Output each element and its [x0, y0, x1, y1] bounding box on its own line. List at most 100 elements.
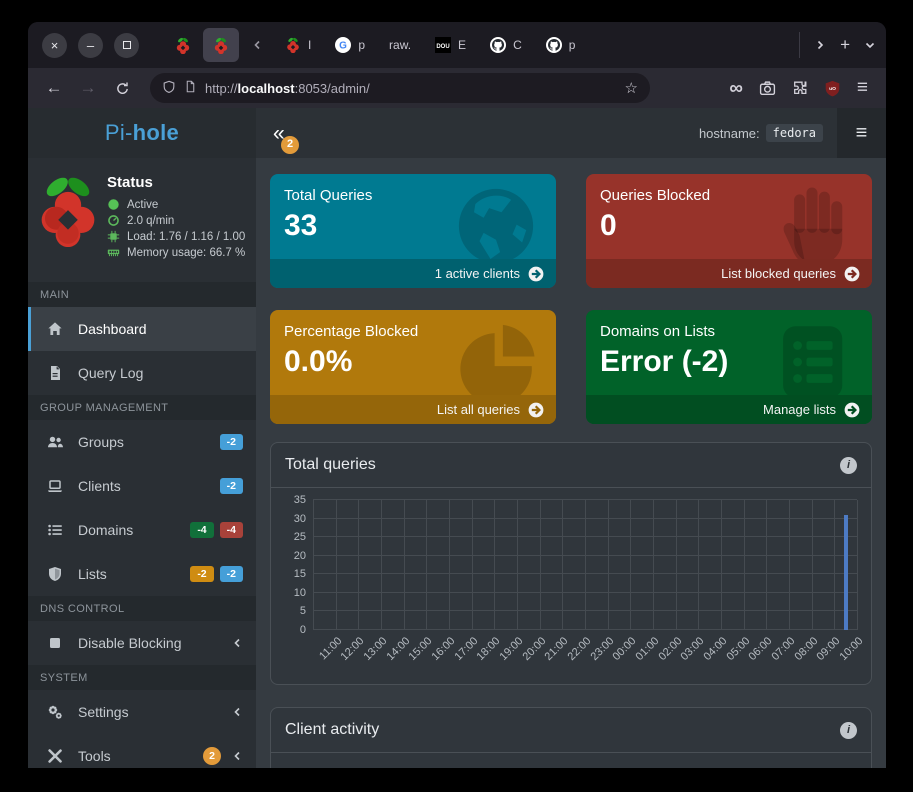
info-icon[interactable]: i: [840, 457, 857, 474]
chevron-left-icon: [231, 637, 243, 649]
browser-tab[interactable]: DOUE: [425, 28, 476, 62]
screenshot-camera-icon[interactable]: [759, 80, 776, 97]
home-icon: [31, 321, 78, 337]
tab-title: raw.: [389, 38, 411, 52]
browser-tab-active[interactable]: [203, 28, 239, 62]
status-lines: Active2.0 q/minLoad: 1.76 / 1.16 / 1.00M…: [107, 198, 245, 259]
browser-toolbar: ← → http://localhost:8053/admin/ ☆ ∞ uO …: [28, 68, 886, 108]
x-tick-label: 02:00: [656, 635, 684, 663]
summary-cards: Total Queries331 active clientsQueries B…: [270, 174, 872, 424]
bookmark-star-icon[interactable]: ☆: [625, 79, 638, 97]
card-queries-blocked: Queries Blocked0List blocked queries: [586, 174, 872, 288]
close-window-button[interactable]: ×: [42, 33, 67, 58]
card-value: 0: [586, 204, 872, 243]
url-suffix: :8053/admin/: [295, 81, 370, 96]
query-bar[interactable]: [844, 515, 848, 630]
pihole-favicon: [213, 37, 229, 53]
browser-menu-icon[interactable]: ≡: [857, 77, 868, 99]
sidebar-item-dashboard[interactable]: Dashboard: [28, 307, 256, 351]
x-tick-label: 07:00: [770, 635, 798, 663]
browser-tab[interactable]: p: [536, 28, 586, 62]
gridline: [472, 500, 473, 630]
containers-icon[interactable]: ∞: [729, 79, 743, 98]
card-footer-label: 1 active clients: [435, 266, 520, 281]
browser-tab-pinned[interactable]: [167, 28, 199, 62]
arrow-circle-right-icon: [844, 266, 860, 282]
gridline: [517, 500, 518, 630]
list-tabs-icon[interactable]: [864, 39, 876, 51]
sidebar-collapse-button[interactable]: « 2: [273, 123, 299, 144]
gridline: [676, 500, 677, 630]
sidebar-item-query-log[interactable]: Query Log: [28, 351, 256, 395]
x-tick-label: 14:00: [384, 635, 412, 663]
x-tick-label: 12:00: [339, 635, 367, 663]
browser-tab[interactable]: I: [275, 28, 321, 62]
new-tab-button[interactable]: +: [840, 35, 850, 55]
card-footer-link[interactable]: List blocked queries: [586, 259, 872, 288]
hostname-display: hostname: fedora: [699, 124, 837, 142]
sidebar-item-groups[interactable]: Groups-2: [28, 420, 256, 464]
card-domains-on-lists: Domains on ListsError (-2)Manage lists: [586, 310, 872, 424]
card-title: Total Queries: [270, 174, 556, 204]
scroll-tabs-left-icon[interactable]: [251, 39, 263, 51]
sidebar-item-settings[interactable]: Settings: [28, 690, 256, 734]
sidebar: Status Active2.0 q/minLoad: 1.76 / 1.16 …: [28, 158, 256, 768]
desktop-background: × – IGpraw.DOUECp + ← → htt: [0, 0, 913, 792]
card-footer-link[interactable]: Manage lists: [586, 395, 872, 424]
card-footer-label: List blocked queries: [721, 266, 836, 281]
pihole-logo-text[interactable]: Pi-hole: [28, 108, 256, 158]
info-icon[interactable]: i: [840, 722, 857, 739]
sidebar-item-lists[interactable]: Lists-2-2: [28, 552, 256, 596]
gridline: [426, 500, 427, 630]
browser-tab[interactable]: Gp: [325, 28, 375, 62]
sidebar-item-domains[interactable]: Domains-4-4: [28, 508, 256, 552]
y-tick-label: 20: [294, 550, 306, 562]
badges: -2: [220, 478, 243, 495]
sidebar-item-label: Query Log: [78, 365, 143, 381]
github-favicon: [546, 37, 562, 53]
count-badge: 2: [203, 747, 221, 765]
card-footer-link[interactable]: List all queries: [270, 395, 556, 424]
x-tick-label: 15:00: [407, 635, 435, 663]
plot-area[interactable]: [313, 500, 857, 630]
x-axis: 11:0012:0013:0014:0015:0016:0017:0018:00…: [313, 630, 857, 680]
back-button[interactable]: ←: [40, 74, 68, 102]
tab-title: I: [308, 38, 311, 52]
gridline: [336, 500, 337, 630]
ublock-shield-icon[interactable]: uO: [824, 80, 841, 97]
sidebar-item-disable-blocking[interactable]: Disable Blocking: [28, 621, 256, 665]
card-percentage-blocked: Percentage Blocked0.0%List all queries: [270, 310, 556, 424]
x-tick-label: 09:00: [815, 635, 843, 663]
chevron-left-icon: [231, 706, 243, 718]
laptop-icon: [31, 478, 78, 494]
forward-button[interactable]: →: [74, 74, 102, 102]
sidebar-item-clients[interactable]: Clients-2: [28, 464, 256, 508]
minimize-window-button[interactable]: –: [78, 33, 103, 58]
svg-text:G: G: [339, 41, 347, 52]
count-badge: -4: [220, 522, 243, 539]
maximize-window-button[interactable]: [114, 33, 139, 58]
browser-tab[interactable]: raw.: [379, 28, 421, 62]
header-menu-button[interactable]: ≡: [837, 108, 886, 158]
gridline: [313, 500, 314, 630]
sidebar-item-label: Groups: [78, 434, 124, 450]
status-info: Status Active2.0 q/minLoad: 1.76 / 1.16 …: [107, 173, 245, 262]
sidebar-item-label: Lists: [78, 566, 107, 582]
card-value: Error (-2): [586, 340, 872, 379]
x-tick-label: 16:00: [430, 635, 458, 663]
browser-tab[interactable]: C: [480, 28, 532, 62]
tab-bar: × – I Gp raw. DOUECp +: [28, 22, 886, 68]
reload-button[interactable]: [108, 74, 136, 102]
sidebar-item-tools[interactable]: Tools2: [28, 734, 256, 768]
url-bar[interactable]: http://localhost:8053/admin/ ☆: [150, 73, 650, 103]
card-footer-link[interactable]: 1 active clients: [270, 259, 556, 288]
shield-permissions-icon[interactable]: [162, 80, 176, 97]
extensions-puzzle-icon[interactable]: [792, 80, 808, 96]
gridline: [812, 500, 813, 630]
page-info-icon[interactable]: [184, 80, 197, 96]
scroll-tabs-right-icon[interactable]: [814, 39, 826, 51]
status-load-1-76-1-16-1-00: Load: 1.76 / 1.16 / 1.00: [107, 230, 245, 243]
update-badge: 2: [281, 136, 299, 154]
x-tick-label: 05:00: [724, 635, 752, 663]
list-icon: [31, 522, 78, 538]
